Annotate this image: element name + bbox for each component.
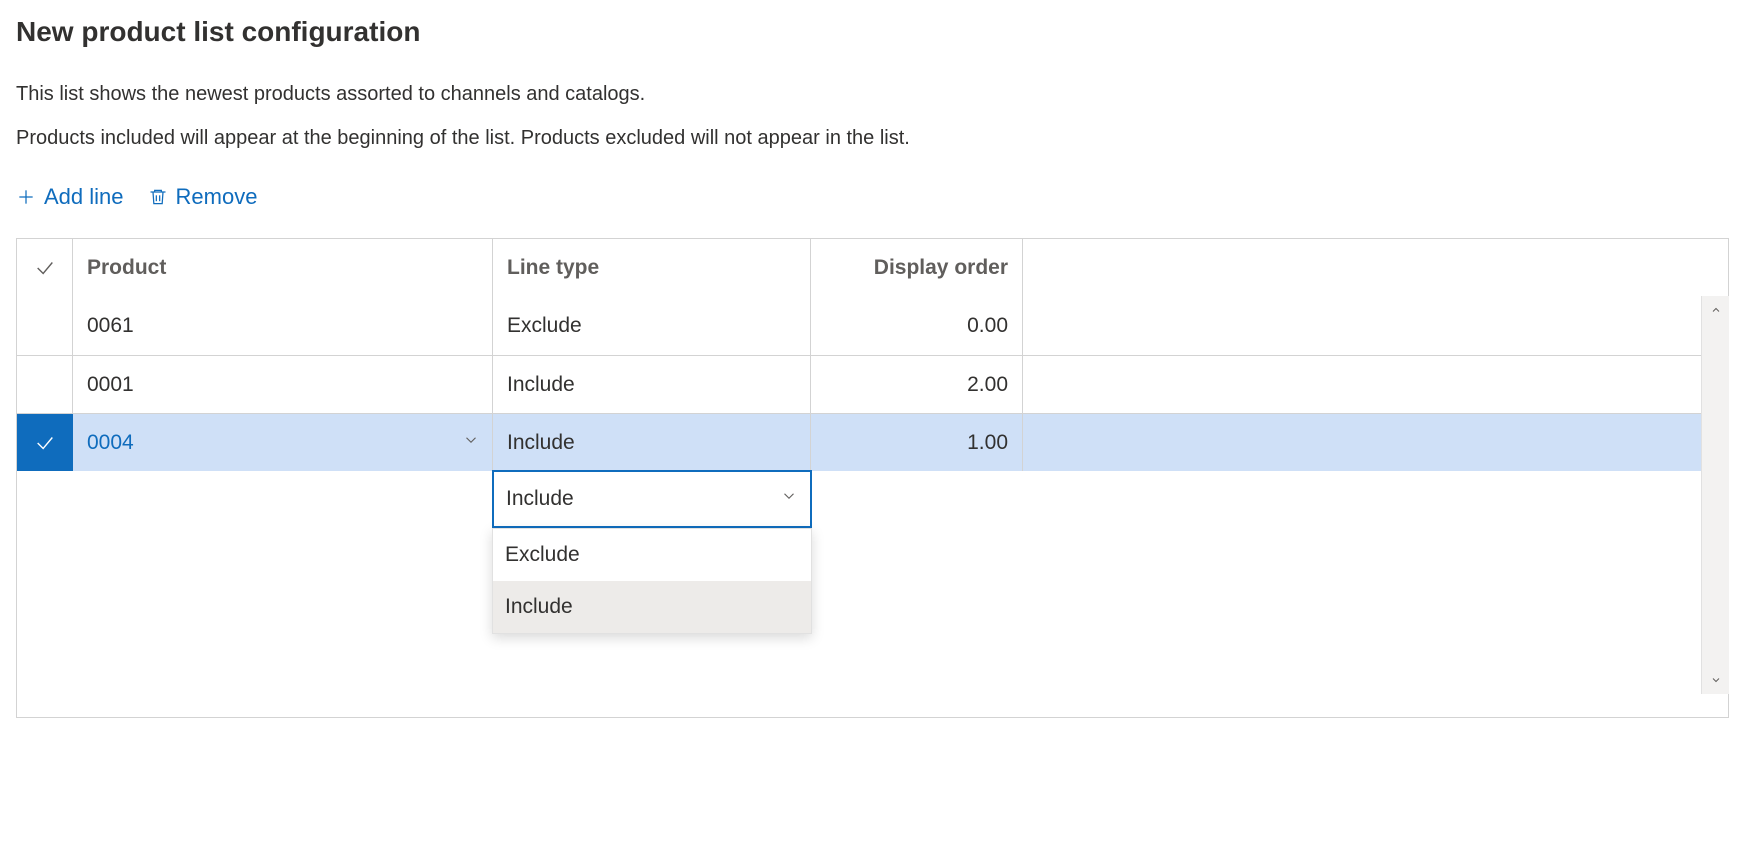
table-row[interactable]: 0004 Include 1.00: [17, 413, 1728, 471]
description-line-2: Products included will appear at the beg…: [16, 124, 1729, 152]
dropdown-option-include[interactable]: Include: [493, 581, 811, 633]
trash-icon: [148, 187, 168, 207]
page-title: New product list configuration: [16, 16, 1729, 48]
product-value: 0004: [87, 431, 134, 455]
header-product[interactable]: Product: [73, 239, 493, 297]
scroll-down-arrow-icon[interactable]: [1702, 666, 1729, 694]
grid-container: Product Line type Display order 0061 Exc…: [16, 238, 1729, 718]
add-line-label: Add line: [44, 184, 124, 210]
remove-button[interactable]: Remove: [148, 184, 258, 210]
cell-line-type[interactable]: Include: [493, 414, 811, 471]
dropdown-current-value: Include: [506, 487, 574, 511]
cell-spacer: [1023, 297, 1728, 355]
header-line-type[interactable]: Line type: [493, 239, 811, 297]
cell-product[interactable]: 0004: [73, 414, 493, 471]
grid-body: 0061 Exclude 0.00 0001 Include 2.00 0004: [17, 297, 1728, 717]
cell-display-order[interactable]: 2.00: [811, 356, 1023, 413]
table-row[interactable]: 0001 Include 2.00: [17, 355, 1728, 413]
header-spacer: [1023, 239, 1728, 297]
product-grid: Product Line type Display order 0061 Exc…: [16, 238, 1729, 718]
header-display-order[interactable]: Display order: [811, 239, 1023, 297]
check-icon: [34, 257, 56, 279]
check-icon: [34, 432, 56, 454]
cell-spacer: [1023, 414, 1728, 471]
chevron-down-icon: [780, 487, 798, 511]
row-checkbox[interactable]: [17, 414, 73, 471]
row-checkbox[interactable]: [17, 297, 73, 355]
grid-header-row: Product Line type Display order: [17, 239, 1728, 297]
plus-icon: [16, 187, 36, 207]
cell-line-type[interactable]: Exclude: [493, 297, 811, 355]
remove-label: Remove: [176, 184, 258, 210]
cell-line-type[interactable]: Include: [493, 356, 811, 413]
chevron-down-icon: [462, 431, 480, 455]
vertical-scrollbar[interactable]: [1701, 296, 1729, 694]
header-select-all[interactable]: [17, 239, 73, 297]
cell-product[interactable]: 0061: [73, 297, 493, 355]
line-type-dropdown[interactable]: Include: [492, 470, 812, 528]
line-type-dropdown-menu: Exclude Include: [492, 528, 812, 634]
cell-display-order[interactable]: 1.00: [811, 414, 1023, 471]
dropdown-option-exclude[interactable]: Exclude: [493, 529, 811, 581]
cell-display-order[interactable]: 0.00: [811, 297, 1023, 355]
description-line-1: This list shows the newest products asso…: [16, 80, 1729, 108]
cell-spacer: [1023, 356, 1728, 413]
table-row[interactable]: 0061 Exclude 0.00: [17, 297, 1728, 355]
row-checkbox[interactable]: [17, 356, 73, 413]
grid-toolbar: Add line Remove: [16, 184, 1729, 210]
add-line-button[interactable]: Add line: [16, 184, 124, 210]
scroll-up-arrow-icon[interactable]: [1702, 296, 1729, 324]
cell-product[interactable]: 0001: [73, 356, 493, 413]
